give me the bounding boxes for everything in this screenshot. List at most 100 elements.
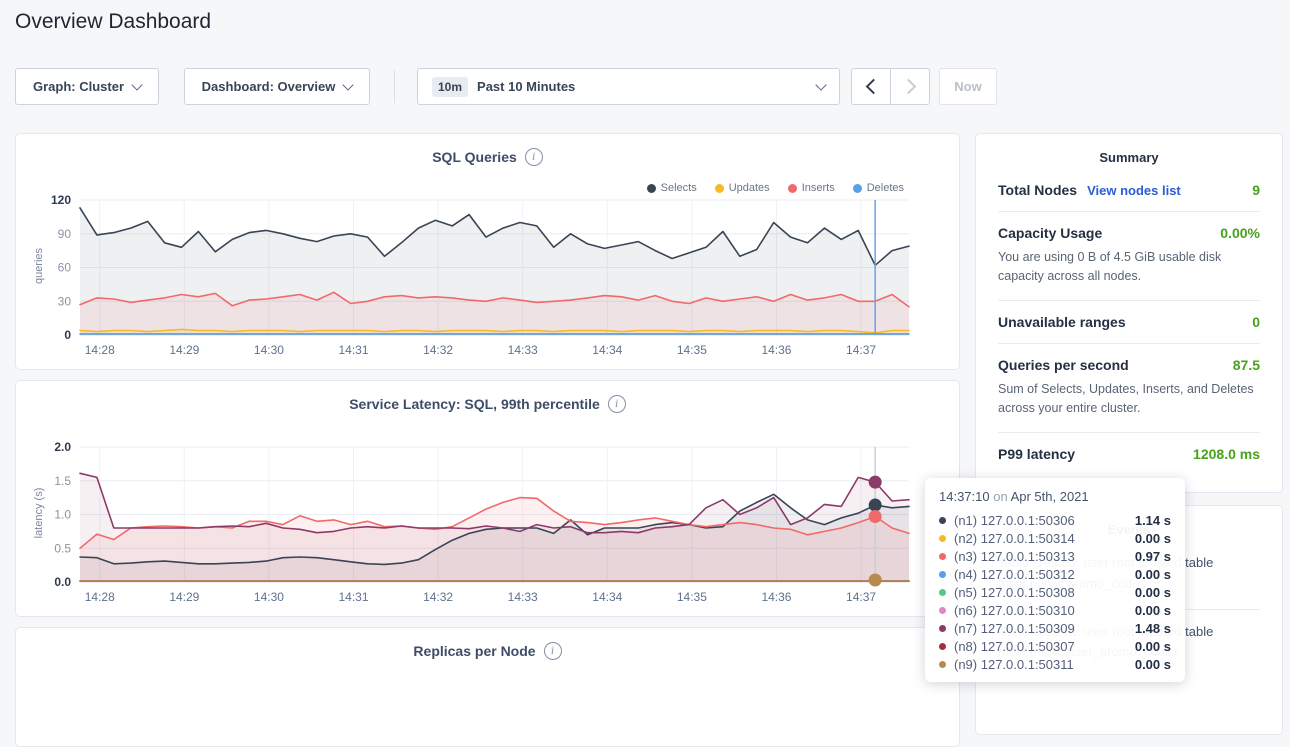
series-dot-icon <box>939 553 946 560</box>
time-range-selector[interactable]: 10m Past 10 Minutes <box>417 68 840 105</box>
qps-label: Queries per second <box>998 357 1129 373</box>
series-dot-icon <box>939 517 946 524</box>
tooltip-timestamp: 14:37:10 on Apr 5th, 2021 <box>939 489 1171 504</box>
series-dot-icon <box>939 625 946 632</box>
tooltip-value: 0.00 s <box>1135 531 1171 546</box>
svg-text:14:36: 14:36 <box>761 343 791 357</box>
svg-text:14:31: 14:31 <box>338 590 368 604</box>
summary-row-unavailable: Unavailable ranges 0 <box>998 301 1260 344</box>
svg-text:1.5: 1.5 <box>54 474 71 488</box>
latency-card: Service Latency: SQL, 99th percentile i … <box>15 380 960 617</box>
chevron-down-icon <box>343 79 354 90</box>
latency-chart[interactable]: 0.00.51.01.52.014:2814:2914:3014:3114:32… <box>22 433 952 611</box>
svg-text:14:29: 14:29 <box>169 590 199 604</box>
summary-row-total-nodes: Total Nodes View nodes list 9 <box>998 169 1260 212</box>
info-icon[interactable]: i <box>544 642 562 660</box>
tooltip-node: (n7) 127.0.0.1:50309 <box>954 621 1075 636</box>
series-dot-icon <box>939 589 946 596</box>
summary-row-p99: P99 latency 1208.0 ms <box>998 433 1260 475</box>
series-dot-icon <box>939 607 946 614</box>
latency-title: Service Latency: SQL, 99th percentile i <box>16 395 959 413</box>
svg-text:14:33: 14:33 <box>508 343 538 357</box>
tooltip-value: 0.00 s <box>1135 603 1171 618</box>
svg-text:120: 120 <box>51 193 71 207</box>
sql-queries-chart[interactable]: 030609012014:2814:2914:3014:3114:3214:33… <box>22 186 952 364</box>
dashboard-dropdown-label: Dashboard: Overview <box>202 79 336 94</box>
tooltip-row: (n3) 127.0.0.1:50313 0.97 s <box>939 547 1171 565</box>
summary-title: Summary <box>976 150 1282 165</box>
svg-text:14:30: 14:30 <box>254 590 284 604</box>
p99-value: 1208.0 ms <box>1193 446 1260 462</box>
replicas-title: Replicas per Node i <box>16 642 959 660</box>
svg-text:14:35: 14:35 <box>677 343 707 357</box>
total-nodes-value: 9 <box>1252 182 1260 198</box>
qps-value: 87.5 <box>1233 357 1260 373</box>
page-title: Overview Dashboard <box>15 10 211 34</box>
chevron-down-icon <box>131 79 142 90</box>
svg-text:14:37: 14:37 <box>846 343 876 357</box>
summary-row-qps: Queries per second 87.5 Sum of Selects, … <box>998 344 1260 433</box>
svg-text:14:30: 14:30 <box>254 343 284 357</box>
replicas-card: Replicas per Node i <box>15 627 960 747</box>
tooltip-row: (n8) 127.0.0.1:50307 0.00 s <box>939 637 1171 655</box>
tooltip-row: (n7) 127.0.0.1:50309 1.48 s <box>939 619 1171 637</box>
dashboard-dropdown[interactable]: Dashboard: Overview <box>184 68 370 105</box>
tooltip-node: (n6) 127.0.0.1:50310 <box>954 603 1075 618</box>
tooltip-node: (n2) 127.0.0.1:50314 <box>954 531 1075 546</box>
series-dot-icon <box>939 571 946 578</box>
tooltip-node: (n3) 127.0.0.1:50313 <box>954 549 1075 564</box>
tooltip-row: (n1) 127.0.0.1:503061.14 s <box>939 511 1171 529</box>
total-nodes-label: Total Nodes <box>998 182 1077 198</box>
chevron-right-icon <box>900 79 916 95</box>
svg-text:14:31: 14:31 <box>338 343 368 357</box>
capacity-value: 0.00% <box>1220 225 1260 241</box>
time-prev-button[interactable] <box>851 68 891 105</box>
series-dot-icon <box>939 535 946 542</box>
svg-text:14:37: 14:37 <box>846 590 876 604</box>
tooltip-node: (n8) 127.0.0.1:50307 <box>954 639 1075 654</box>
svg-text:0: 0 <box>64 328 71 342</box>
svg-text:0.5: 0.5 <box>54 541 71 555</box>
unavailable-value: 0 <box>1252 314 1260 330</box>
graph-dropdown[interactable]: Graph: Cluster <box>15 68 159 105</box>
svg-text:14:32: 14:32 <box>423 590 453 604</box>
chart-hover-tooltip: 14:37:10 on Apr 5th, 2021 (n1) 127.0.0.1… <box>925 478 1185 682</box>
svg-text:1.0: 1.0 <box>54 508 71 522</box>
svg-text:30: 30 <box>58 294 72 308</box>
qps-desc: Sum of Selects, Updates, Inserts, and De… <box>998 380 1260 419</box>
sql-queries-title: SQL Queries i <box>16 148 959 166</box>
series-dot-icon <box>939 661 946 668</box>
tooltip-value: 0.00 s <box>1135 567 1171 582</box>
time-next-button[interactable] <box>890 68 930 105</box>
svg-text:60: 60 <box>58 261 72 275</box>
now-button[interactable]: Now <box>939 68 997 105</box>
tooltip-row: (n4) 127.0.0.1:503120.00 s <box>939 565 1171 583</box>
time-range-label: Past 10 Minutes <box>477 79 575 94</box>
tooltip-value: 1.48 s <box>1135 621 1171 636</box>
capacity-label: Capacity Usage <box>998 225 1102 241</box>
svg-text:14:33: 14:33 <box>508 590 538 604</box>
svg-text:14:28: 14:28 <box>85 343 115 357</box>
svg-text:14:36: 14:36 <box>761 590 791 604</box>
time-range-badge: 10m <box>432 77 468 97</box>
toolbar-divider <box>394 70 395 103</box>
tooltip-rows: (n1) 127.0.0.1:503061.14 s (n2) 127.0.0.1… <box>939 511 1171 673</box>
info-icon[interactable]: i <box>608 395 626 413</box>
info-icon[interactable]: i <box>525 148 543 166</box>
tooltip-node: (n5) 127.0.0.1:50308 <box>954 585 1075 600</box>
p99-label: P99 latency <box>998 446 1075 462</box>
svg-text:14:32: 14:32 <box>423 343 453 357</box>
view-nodes-list-link[interactable]: View nodes list <box>1087 183 1181 198</box>
tooltip-value: 0.00 s <box>1135 657 1171 672</box>
chevron-down-icon <box>815 79 826 90</box>
svg-text:0.0: 0.0 <box>54 575 71 589</box>
tooltip-value: 0.00 s <box>1135 585 1171 600</box>
tooltip-value: 1.14 s <box>1135 513 1171 528</box>
svg-text:14:35: 14:35 <box>677 590 707 604</box>
svg-text:14:29: 14:29 <box>169 343 199 357</box>
tooltip-value: 0.97 s <box>1135 549 1171 564</box>
series-dot-icon <box>939 643 946 650</box>
tooltip-value: 0.00 s <box>1135 639 1171 654</box>
chevron-left-icon <box>865 79 881 95</box>
graph-dropdown-label: Graph: Cluster <box>33 79 124 94</box>
